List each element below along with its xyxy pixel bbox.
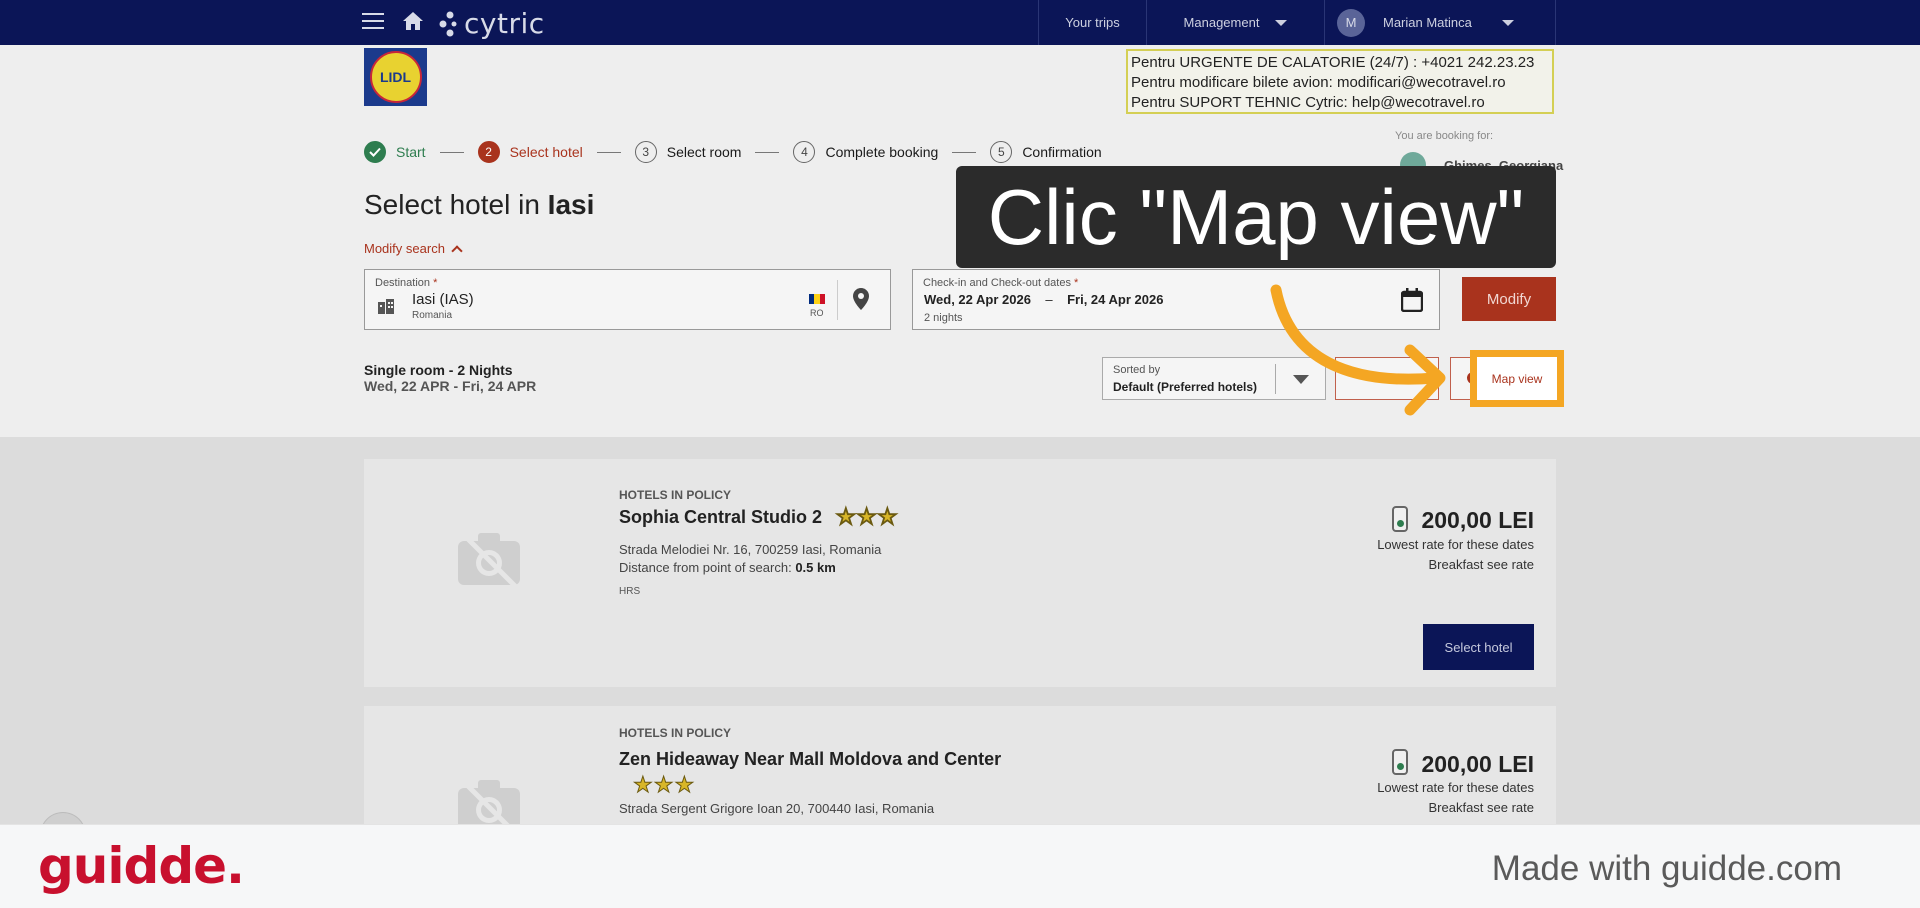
step-number: 3 xyxy=(634,141,657,163)
guidde-footer: guidde. Made with guidde.com xyxy=(0,824,1920,908)
cytric-logo[interactable]: cytric xyxy=(438,7,545,40)
hotel-distance: Distance from point of search: 0.5 km xyxy=(619,560,836,575)
hamburger-menu-icon[interactable] xyxy=(362,13,384,31)
star-icon: ★ xyxy=(877,504,898,529)
step-select-hotel: 2 Select hotel xyxy=(477,141,583,163)
breakfast-note: Breakfast see rate xyxy=(1428,557,1535,572)
traffic-light-icon xyxy=(1392,749,1408,775)
hotel-address: Strada Melodiei Nr. 16, 700259 Iasi, Rom… xyxy=(619,542,882,557)
rate-note: Lowest rate for these dates xyxy=(1377,780,1534,795)
page-title: Select hotel in Iasi xyxy=(364,189,594,221)
sort-label: Sorted by xyxy=(1113,364,1161,376)
star-icon: ★ xyxy=(653,772,674,797)
traffic-light-icon xyxy=(1392,506,1408,532)
step-select-room: 3 Select room xyxy=(634,141,742,163)
destination-country: Romania xyxy=(412,310,453,321)
guidde-logo: guidde. xyxy=(38,837,245,895)
contact-line-support: Pentru SUPORT TEHNIC Cytric: help@wecotr… xyxy=(1131,94,1485,111)
modify-button[interactable]: Modify xyxy=(1462,277,1556,321)
management-menu[interactable]: Management xyxy=(1146,0,1324,45)
checkout-date: Fri, 24 Apr 2026 xyxy=(1067,292,1164,307)
sort-value: Default (Preferred hotels) xyxy=(1113,380,1258,394)
step-number: 5 xyxy=(990,141,1013,163)
destination-field[interactable]: Destination * Iasi (IAS) Romania RO xyxy=(364,269,891,330)
hotel-price: 200,00 LEI xyxy=(1421,751,1534,777)
chevron-up-icon xyxy=(451,244,463,257)
step-start: Start xyxy=(364,141,426,163)
star-icon: ★ xyxy=(836,504,857,529)
modify-search-label: Modify search xyxy=(364,241,445,256)
building-icon xyxy=(378,299,394,314)
romania-flag-icon xyxy=(809,294,825,304)
checkin-date: Wed, 22 Apr 2026 xyxy=(924,292,1031,307)
callout-arrow-icon xyxy=(1270,284,1446,416)
step-label: Select room xyxy=(666,144,742,160)
step-label: Confirmation xyxy=(1022,144,1102,160)
modify-search-toggle[interactable]: Modify search xyxy=(364,241,463,257)
management-label: Management xyxy=(1183,15,1260,30)
hotel-card: HOTELS IN POLICY Sophia Central Studio 2… xyxy=(364,459,1556,687)
top-nav-bar: cytric Your trips Management M Marian Ma… xyxy=(0,0,1920,45)
policy-label: HOTELS IN POLICY xyxy=(619,488,732,502)
chevron-down-icon xyxy=(1501,19,1514,26)
booking-for-label: You are booking for: xyxy=(1395,130,1494,142)
star-icon: ★ xyxy=(856,504,877,529)
star-icon: ★ xyxy=(674,772,695,797)
avatar: M xyxy=(1337,8,1365,37)
no-image-icon xyxy=(458,531,520,589)
dates-label: Check-in and Check-out dates * xyxy=(923,277,1079,289)
location-pin-icon[interactable] xyxy=(853,288,869,315)
dates-value: Wed, 22 Apr 2026 – Fri, 24 Apr 2026 xyxy=(924,292,1164,307)
made-with-text: Made with guidde.com xyxy=(1491,849,1842,888)
step-label: Start xyxy=(396,144,426,160)
page-title-prefix: Select hotel in xyxy=(364,189,548,220)
home-icon[interactable] xyxy=(402,11,424,36)
destination-label: Destination * xyxy=(375,277,438,289)
hotel-address: Strada Sergent Grigore Ioan 20, 700440 I… xyxy=(619,801,935,816)
room-summary: Single room - 2 Nights xyxy=(364,362,513,378)
page-title-city: Iasi xyxy=(547,189,595,220)
booking-stepper: Start 2 Select hotel 3 Select room 4 Com… xyxy=(364,141,1102,163)
step-number: 2 xyxy=(477,141,500,163)
nights-count: 2 nights xyxy=(924,312,963,324)
step-label: Select hotel xyxy=(509,144,583,160)
step-number: 4 xyxy=(793,141,816,163)
lidl-logo-text: LIDL xyxy=(369,51,422,103)
cytric-logo-text: cytric xyxy=(464,7,545,40)
user-name: Marian Matinca xyxy=(1383,15,1472,30)
destination-value: Iasi (IAS) xyxy=(412,291,474,308)
date-summary: Wed, 22 APR - Fri, 24 APR xyxy=(364,378,537,394)
map-view-label: Map view xyxy=(1491,371,1543,386)
policy-label: HOTELS IN POLICY xyxy=(619,726,732,740)
hotel-source: HRS xyxy=(619,586,641,597)
star-icon: ★ xyxy=(633,772,654,797)
your-trips-link[interactable]: Your trips xyxy=(1038,0,1146,45)
star-rating: ★ ★ ★ xyxy=(633,772,695,797)
contact-line-flights: Pentru modificare bilete avion: modifica… xyxy=(1131,74,1506,91)
step-label: Complete booking xyxy=(825,144,939,160)
step-complete-booking: 4 Complete booking xyxy=(793,141,938,163)
step-confirmation: 5 Confirmation xyxy=(990,141,1102,163)
cytric-dots-icon xyxy=(439,11,457,36)
chevron-down-icon xyxy=(1275,19,1288,26)
hotel-name[interactable]: Sophia Central Studio 2 ★ ★ ★ xyxy=(619,504,898,529)
check-icon xyxy=(364,141,386,163)
breakfast-note: Breakfast see rate xyxy=(1428,800,1535,815)
tutorial-callout: Clic "Map view" xyxy=(956,166,1556,268)
contact-info-box: Pentru URGENTE DE CALATORIE (24/7) : +40… xyxy=(1126,49,1554,114)
contact-line-emergency: Pentru URGENTE DE CALATORIE (24/7) : +40… xyxy=(1131,54,1535,71)
country-code: RO xyxy=(810,308,824,318)
select-hotel-button[interactable]: Select hotel xyxy=(1423,624,1534,670)
rate-note: Lowest rate for these dates xyxy=(1377,537,1534,552)
company-logo: LIDL xyxy=(364,48,427,106)
map-view-button[interactable]: Map view xyxy=(1470,350,1564,407)
star-rating: ★ ★ ★ xyxy=(836,504,898,529)
user-menu[interactable]: M Marian Matinca xyxy=(1324,0,1556,45)
hotel-price: 200,00 LEI xyxy=(1421,507,1534,533)
hotel-name[interactable]: Zen Hideaway Near Mall Moldova and Cente… xyxy=(619,749,1001,770)
